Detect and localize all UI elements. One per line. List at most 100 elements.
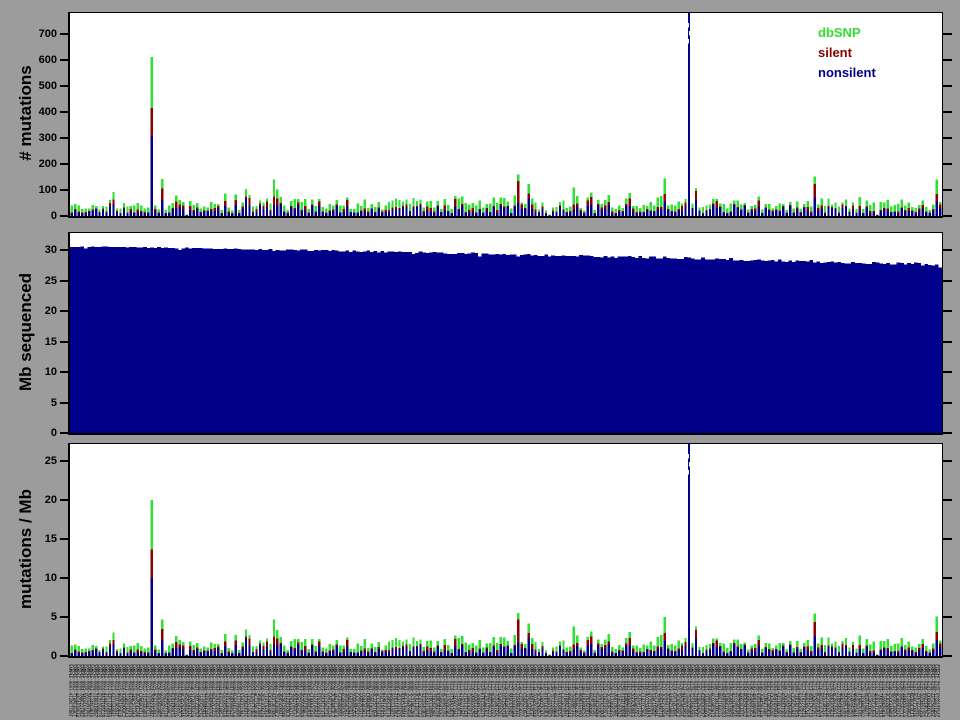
bar-segment-silent [308,652,310,653]
bar-segment-nonsilent [824,653,826,656]
bar-segment-dbSNP [859,635,861,645]
bar-segment-nonsilent [670,211,672,216]
bar-segment-dbSNP [597,200,599,204]
bar-segment-silent [499,644,501,646]
bar-segment-nonsilent [681,210,683,216]
bar-segment-dbSNP [88,209,90,211]
bar-segment-dbSNP [492,198,494,206]
bar-segment-nonsilent [384,652,386,656]
bar-segment-silent [273,196,275,204]
coverage-bar [321,250,325,433]
bar-segment-nonsilent [398,649,400,656]
bar-segment-silent [126,653,128,654]
bar-segment-nonsilent [520,209,522,216]
bar-segment-dbSNP [172,643,174,648]
bar-segment-nonsilent [758,646,760,656]
bar-segment-nonsilent [123,209,125,216]
coverage-bar [230,249,234,433]
bar-segment-silent [887,209,889,211]
bar-segment-silent [803,646,805,647]
bar-segment-nonsilent [206,652,208,656]
bar-segment-silent [681,206,683,210]
bar-segment-dbSNP [280,197,282,203]
bar-segment-nonsilent [458,650,460,656]
coverage-bar [73,247,77,433]
bar-segment-silent [813,184,815,198]
bar-segment-silent [206,210,208,211]
bar-segment-dbSNP [402,642,404,646]
bar-segment-dbSNP [876,654,878,655]
bar-segment-silent [405,204,407,206]
bar-segment-dbSNP [901,638,903,647]
coverage-bar [255,250,259,433]
bar-segment-nonsilent [259,646,261,656]
bar-segment-silent [381,651,383,652]
bar-segment-nonsilent [339,653,341,656]
y-tick-label: 700 [39,28,57,40]
bar-segment-nonsilent [597,206,599,216]
bar-segment-dbSNP [88,649,90,651]
bar-segment-dbSNP [601,644,603,647]
bar-segment-nonsilent [587,645,589,656]
bar-segment-dbSNP [77,206,79,212]
coverage-bar [865,264,869,433]
bar-segment-silent [158,653,160,654]
coverage-bar [188,248,192,433]
mb-sequenced-bars [70,233,942,433]
bar-segment-silent [691,208,693,209]
bar-segment-nonsilent [639,653,641,656]
bar-segment-nonsilent [541,648,543,656]
bar-segment-dbSNP [915,648,917,652]
bar-segment-silent [855,213,857,214]
bar-segment-nonsilent [639,213,641,216]
bar-segment-silent [440,212,442,213]
bar-segment-silent [318,641,320,645]
bar-segment-nonsilent [391,209,393,216]
coverage-bar [611,257,615,433]
bar-segment-silent [716,201,718,207]
bar-segment-silent [817,648,819,651]
bar-segment-silent [667,649,669,650]
bar-segment-dbSNP [210,642,212,648]
bar-segment-silent [370,648,372,649]
bar-segment-silent [642,652,644,653]
bar-segment-nonsilent [852,649,854,656]
coverage-bar [548,256,552,433]
bar-segment-dbSNP [430,641,432,648]
bar-segment-nonsilent [834,209,836,216]
bar-segment-nonsilent [656,209,658,216]
bar-segment-nonsilent [283,652,285,656]
bar-segment-dbSNP [817,204,819,208]
bar-segment-nonsilent [604,209,606,216]
bar-segment-nonsilent [576,206,578,216]
bar-segment-silent [200,652,202,653]
bar-segment-silent [925,651,927,652]
coverage-bar [80,247,84,433]
coverage-bar [457,253,461,433]
bar-segment-silent [765,207,767,208]
y-tick-mark [60,85,70,87]
y-tick-mark [60,371,70,373]
bar-segment-dbSNP [356,204,358,213]
bar-segment-nonsilent [426,210,428,216]
bar-segment-dbSNP [534,642,536,649]
bar-segment-silent [670,651,672,652]
bar-segment-silent [705,649,707,650]
coverage-bar [304,250,308,433]
coverage-bar [502,254,506,433]
coverage-bar [136,247,140,433]
bar-segment-dbSNP [451,209,453,213]
bar-segment-nonsilent [144,653,146,656]
bar-segment-silent [140,651,142,652]
bar-segment-silent [332,650,334,652]
bar-segment-nonsilent [405,207,407,216]
coverage-bar [77,247,81,433]
bar-segment-dbSNP [266,198,268,201]
bar-segment-nonsilent [538,213,540,216]
bar-segment-nonsilent [792,653,794,656]
bar-segment-nonsilent [817,650,819,656]
bar-segment-dbSNP [384,206,386,211]
bar-segment-silent [677,209,679,210]
bar-segment-dbSNP [684,199,686,203]
bar-segment-silent [259,203,261,205]
